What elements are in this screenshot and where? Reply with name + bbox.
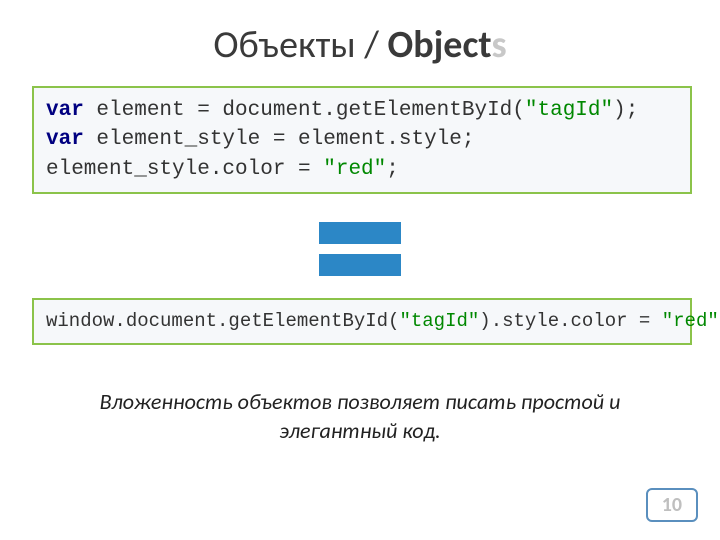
title-faded: s	[492, 22, 507, 68]
slide-title: Объекты / Objects	[0, 0, 720, 68]
equals-bar-bottom	[319, 254, 401, 276]
code-line: element_style.color = "red";	[46, 155, 678, 184]
title-bold: Object	[388, 22, 492, 68]
title-prefix: Объекты /	[213, 22, 387, 68]
equals-icon	[0, 222, 720, 276]
code-block-1: var element = document.getElementById("t…	[32, 86, 692, 194]
code-line: var element_style = element.style;	[46, 125, 678, 154]
equals-bar-top	[319, 222, 401, 244]
code-line: var element = document.getElementById("t…	[46, 96, 678, 125]
code-line: window.document.getElementById("tagId").…	[46, 308, 678, 335]
page-number-badge: 10	[646, 488, 698, 522]
footer-caption: Вложенность объектов позволяет писать пр…	[0, 387, 720, 446]
code-block-2: window.document.getElementById("tagId").…	[32, 298, 692, 345]
